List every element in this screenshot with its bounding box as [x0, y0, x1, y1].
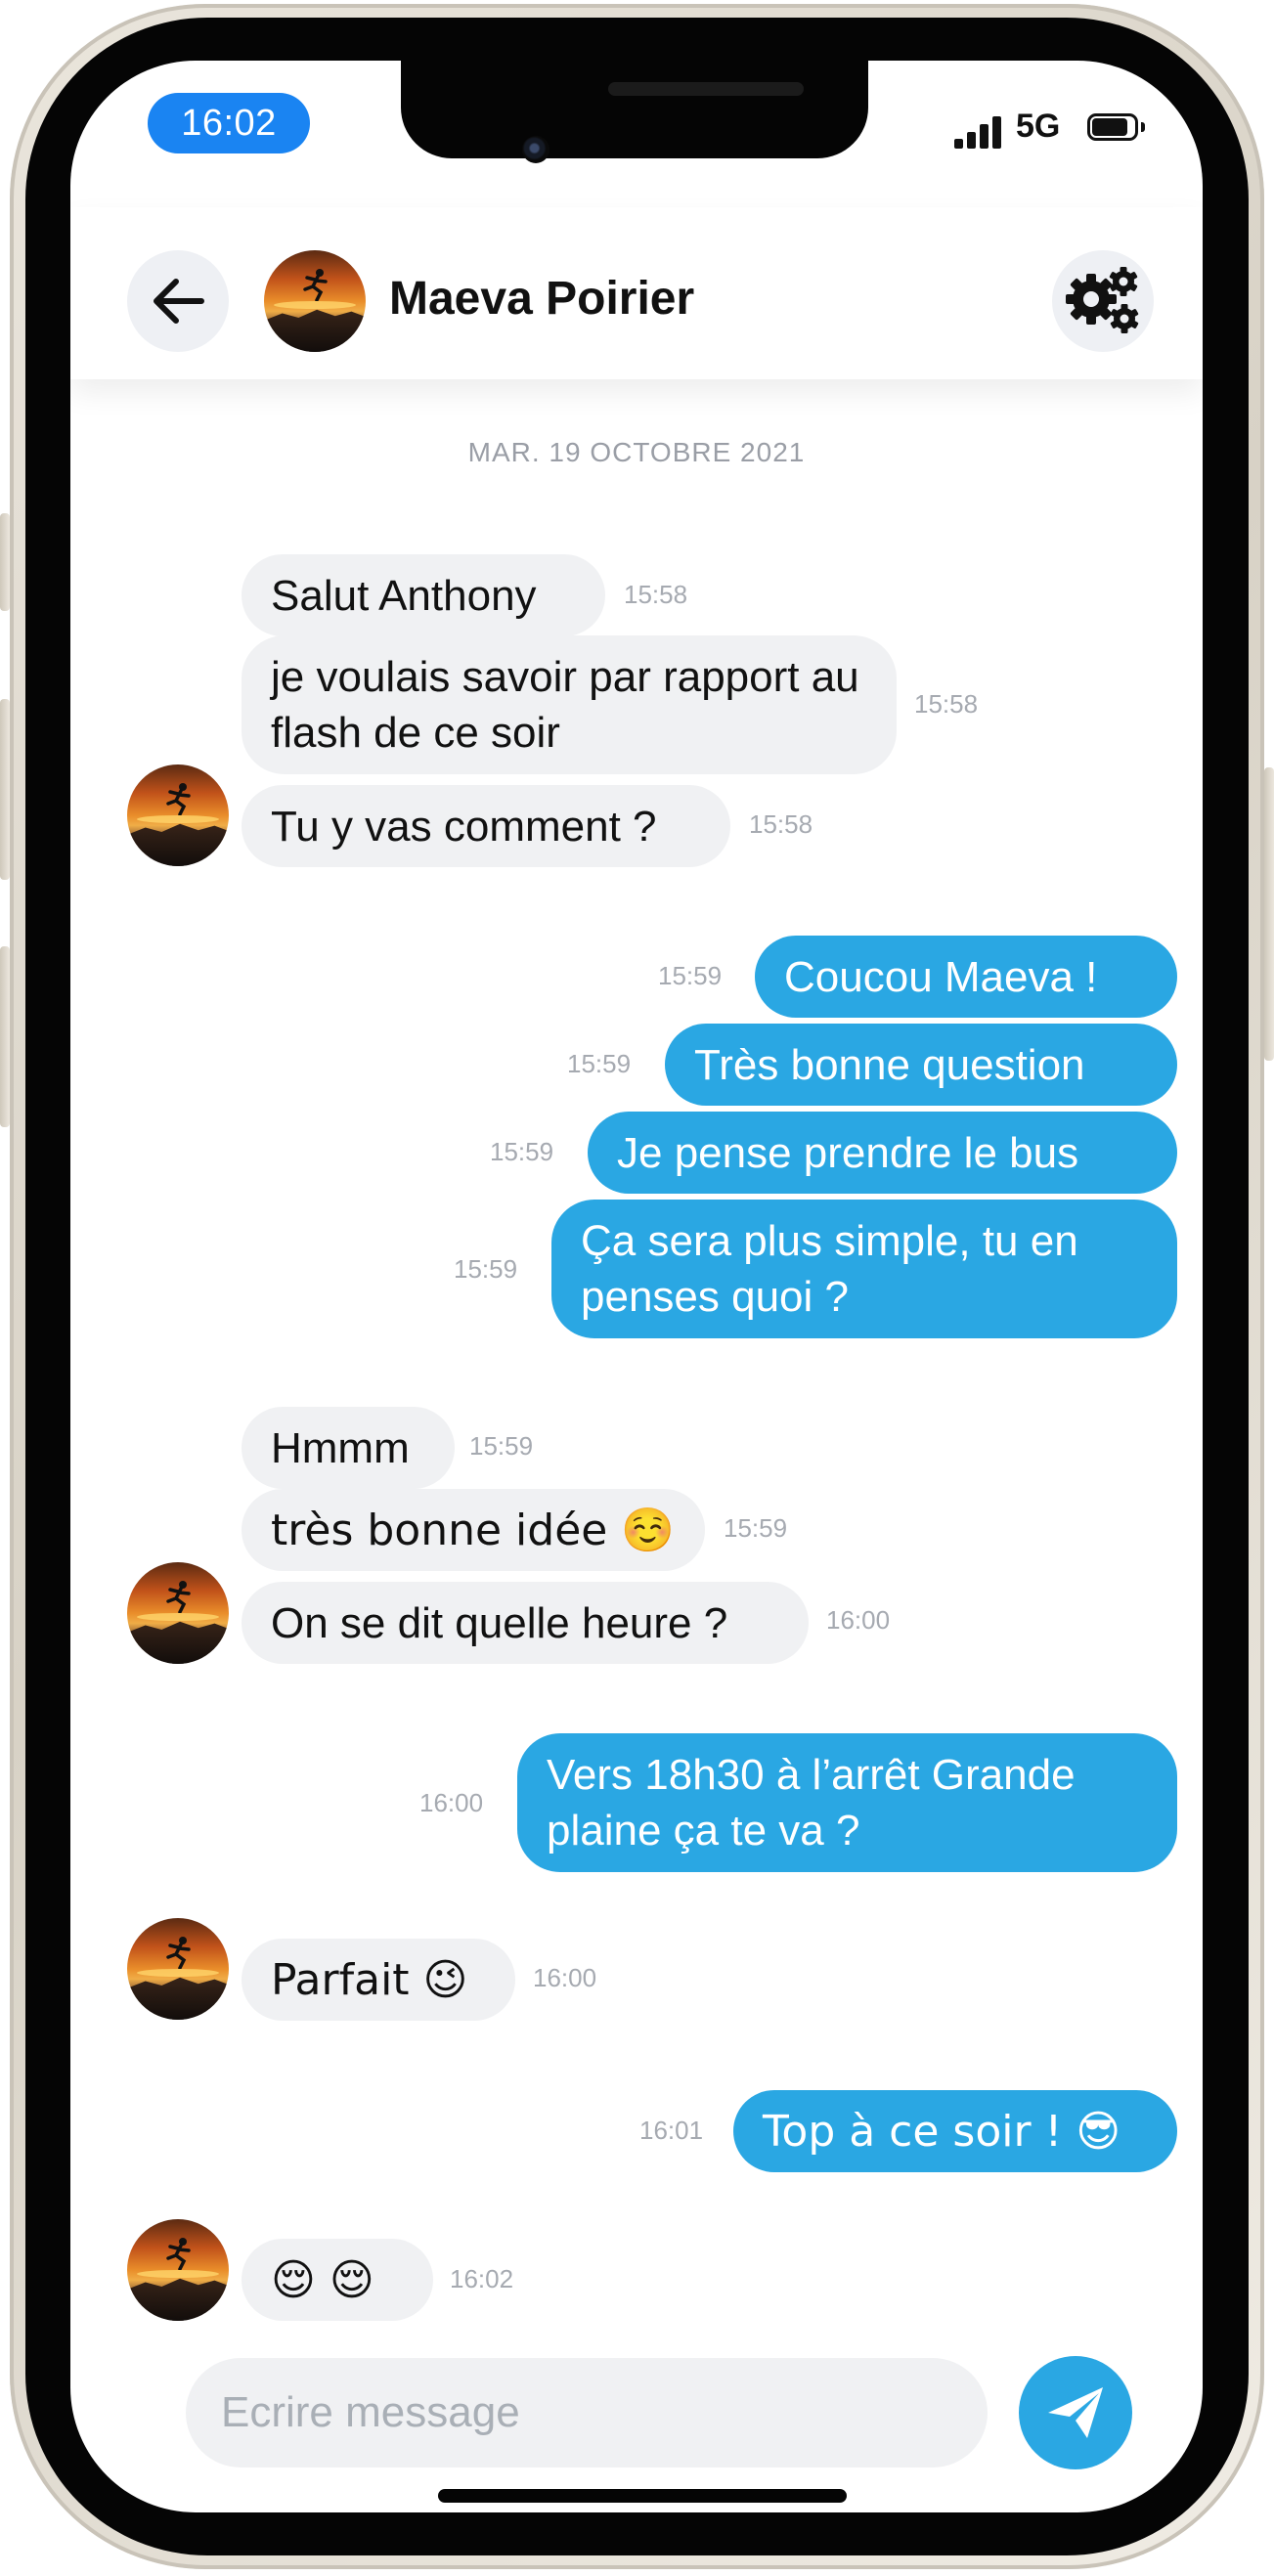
message-time: 15:59: [658, 961, 723, 990]
message-time: 16:00: [419, 1788, 484, 1817]
message-bubble-incoming[interactable]: 😌 😌: [242, 2239, 433, 2321]
runner-silhouette-icon: [303, 269, 328, 301]
paper-plane-icon: [1048, 2387, 1103, 2438]
speaker-grille: [608, 82, 804, 96]
message-time: 16:00: [533, 1963, 597, 1992]
message-bubble-incoming[interactable]: Hmmm: [242, 1407, 455, 1489]
settings-button[interactable]: [1052, 250, 1154, 352]
message-bubble-outgoing[interactable]: Top à ce soir ! 😎: [733, 2090, 1177, 2172]
volume-up-button: [0, 699, 10, 880]
back-button[interactable]: [127, 250, 229, 352]
message-input[interactable]: Ecrire message: [186, 2358, 988, 2467]
message-bubble-outgoing[interactable]: Je pense prendre le bus: [588, 1112, 1177, 1194]
message-time: 15:59: [469, 1431, 534, 1461]
home-indicator[interactable]: [438, 2489, 847, 2503]
message-bubble-incoming[interactable]: très bonne idée ☺️: [242, 1489, 705, 1571]
message-time: 16:01: [639, 2116, 704, 2145]
message-time: 15:59: [724, 1513, 788, 1543]
sender-avatar[interactable]: [127, 1562, 229, 1664]
runner-silhouette-icon: [166, 1581, 191, 1613]
message-time: 15:59: [567, 1049, 632, 1078]
message-bubble-incoming[interactable]: je voulais savoir par rapport au flash d…: [242, 635, 897, 774]
message-time: 15:59: [454, 1254, 518, 1284]
message-time: 15:58: [914, 689, 979, 719]
volume-down-button: [0, 946, 10, 1127]
sender-avatar[interactable]: [127, 764, 229, 866]
runner-silhouette-icon: [166, 1937, 191, 1969]
power-button: [1264, 767, 1274, 1061]
network-label: 5G: [1016, 108, 1061, 145]
arrow-left-icon: [154, 279, 204, 324]
notch: [401, 61, 868, 158]
message-time: 15:59: [490, 1137, 554, 1166]
contact-avatar[interactable]: [264, 250, 366, 352]
signal-icon: [954, 113, 1005, 149]
message-bubble-incoming[interactable]: Tu y vas comment ?: [242, 785, 730, 867]
front-camera: [522, 136, 549, 163]
message-time: 15:58: [749, 809, 813, 839]
message-bubble-outgoing[interactable]: Ça sera plus simple, tu en penses quoi ?: [551, 1200, 1177, 1338]
gears-icon: [1066, 267, 1139, 333]
status-time: 16:02: [148, 93, 310, 153]
message-bubble-outgoing[interactable]: Coucou Maeva !: [755, 936, 1177, 1018]
battery-icon: [1087, 113, 1146, 143]
message-time: 15:58: [624, 580, 688, 609]
message-bubble-outgoing[interactable]: Vers 18h30 à l’arrêt Grande plaine ça te…: [517, 1733, 1177, 1872]
send-button[interactable]: [1019, 2356, 1132, 2469]
sender-avatar[interactable]: [127, 2219, 229, 2321]
message-bubble-incoming[interactable]: Parfait 😉: [242, 1939, 515, 2021]
phone-mockup: 16:02 5G Maeva Poirier MAR. 19 OCTOBRE 2…: [0, 0, 1274, 2576]
sender-avatar[interactable]: [127, 1918, 229, 2020]
date-separator: MAR. 19 OCTOBRE 2021: [467, 437, 806, 467]
chat-header: Maeva Poirier: [70, 207, 1203, 379]
contact-name: Maeva Poirier: [389, 273, 695, 325]
message-bubble-incoming[interactable]: On se dit quelle heure ?: [242, 1582, 809, 1664]
silent-switch: [0, 513, 10, 611]
message-time: 16:00: [826, 1605, 891, 1635]
runner-silhouette-icon: [166, 783, 191, 815]
message-time: 16:02: [450, 2264, 514, 2293]
message-bubble-incoming[interactable]: Salut Anthony: [242, 554, 605, 636]
runner-silhouette-icon: [166, 2238, 191, 2270]
message-bubble-outgoing[interactable]: Très bonne question: [665, 1024, 1177, 1106]
screen: 16:02 5G Maeva Poirier MAR. 19 OCTOBRE 2…: [70, 61, 1203, 2512]
